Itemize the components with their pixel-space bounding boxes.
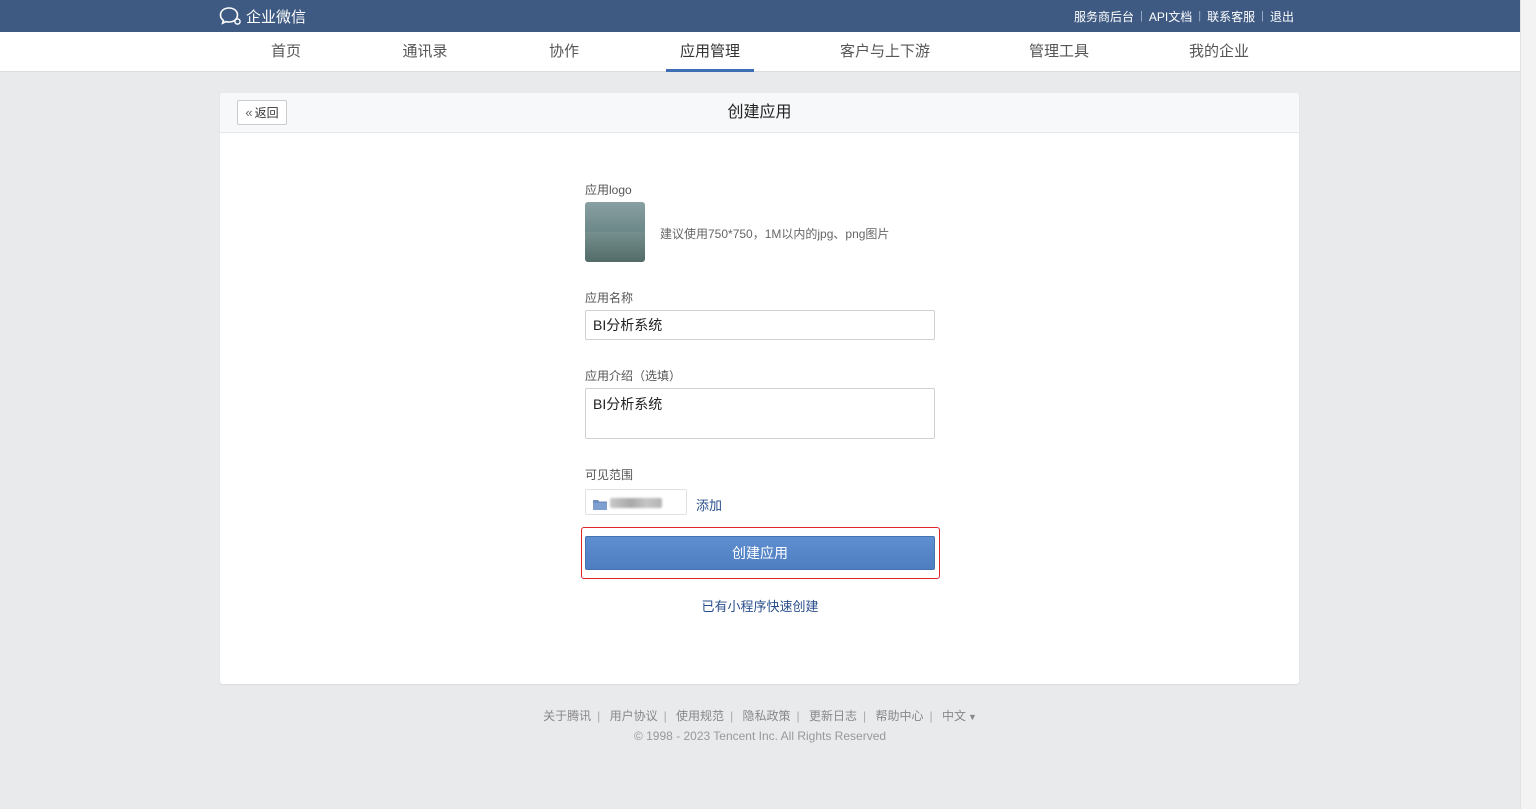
add-scope-link[interactable]: 添加 (696, 495, 722, 514)
language-label: 中文 (941, 709, 966, 723)
nav-item-admin-tools[interactable]: 管理工具 (1023, 32, 1095, 72)
app-description-input[interactable]: BI分析系统 (585, 388, 935, 439)
copyright: © 1998 - 2023 Tencent Inc. All Rights Re… (633, 729, 887, 743)
nav-item-contacts[interactable]: 通讯录 (396, 32, 454, 72)
footer-link-privacy[interactable]: 隐私政策 (737, 709, 797, 723)
brand-name: 企业微信 (246, 8, 307, 26)
divider: | (663, 709, 667, 723)
divider: | (796, 709, 800, 723)
double-chevron-left-icon: « (245, 105, 253, 120)
footer-link-changelog[interactable]: 更新日志 (803, 709, 863, 723)
main-nav: 首页 通讯录 协作 应用管理 客户与上下游 管理工具 我的企业 (0, 32, 1520, 72)
folder-icon (593, 497, 607, 515)
top-link-api-docs[interactable]: API文档 (1143, 8, 1198, 25)
back-button[interactable]: « 返回 (237, 100, 287, 125)
brand-logo[interactable]: 企业微信 (219, 6, 306, 26)
create-app-button[interactable]: 创建应用 (585, 536, 935, 570)
nav-item-home[interactable]: 首页 (262, 32, 310, 72)
scope-label: 可见范围 (585, 468, 634, 482)
footer-link-usage-rules[interactable]: 使用规范 (670, 709, 730, 723)
app-logo-upload[interactable] (585, 202, 645, 262)
card-header: 创建应用 « 返回 (220, 93, 1299, 133)
divider: | (730, 709, 734, 723)
chat-bubble-icon (219, 6, 243, 26)
footer-link-user-agreement[interactable]: 用户协议 (604, 709, 664, 723)
nav-item-my-enterprise[interactable]: 我的企业 (1183, 32, 1255, 72)
back-button-label: 返回 (254, 106, 279, 120)
divider: | (929, 709, 933, 723)
app-name-input[interactable] (585, 310, 935, 340)
nav-item-customers[interactable]: 客户与上下游 (835, 32, 935, 72)
top-bar: 企业微信 服务商后台 | API文档 | 联系客服 | 退出 (0, 0, 1520, 32)
footer-link-about[interactable]: 关于腾讯 (537, 709, 597, 723)
footer-links: 关于腾讯 | 用户协议 | 使用规范 | 隐私政策 | 更新日志 | 帮助中心 | 中文 ▼ (0, 707, 1520, 724)
caret-down-icon: ▼ (968, 712, 977, 722)
top-links: 服务商后台 | API文档 | 联系客服 | 退出 (1068, 0, 1300, 32)
divider: | (863, 709, 867, 723)
nav-item-app-management[interactable]: 应用管理 (666, 32, 754, 72)
create-app-card: 创建应用 « 返回 应用logo 建议使用750*750，1M以内的jpg、pn… (220, 93, 1299, 684)
logo-hint: 建议使用750*750，1M以内的jpg、png图片 (660, 227, 890, 241)
top-link-contact-support[interactable]: 联系客服 (1201, 8, 1261, 25)
language-select[interactable]: 中文 ▼ (936, 709, 983, 723)
logo-label: 应用logo (585, 183, 632, 197)
scrollbar[interactable] (1520, 0, 1536, 809)
quick-create-miniprogram-link[interactable]: 已有小程序快速创建 (585, 596, 935, 615)
page-title: 创建应用 (727, 104, 792, 121)
department-name-blurred (610, 498, 662, 508)
divider: | (597, 709, 601, 723)
desc-label: 应用介绍（选填） (585, 369, 682, 383)
top-link-service-backend[interactable]: 服务商后台 (1068, 8, 1140, 25)
footer-link-help-center[interactable]: 帮助中心 (870, 709, 930, 723)
visible-scope-chip (585, 489, 687, 515)
nav-item-collaboration[interactable]: 协作 (541, 32, 587, 72)
top-link-logout[interactable]: 退出 (1264, 8, 1300, 25)
name-label: 应用名称 (585, 291, 634, 305)
